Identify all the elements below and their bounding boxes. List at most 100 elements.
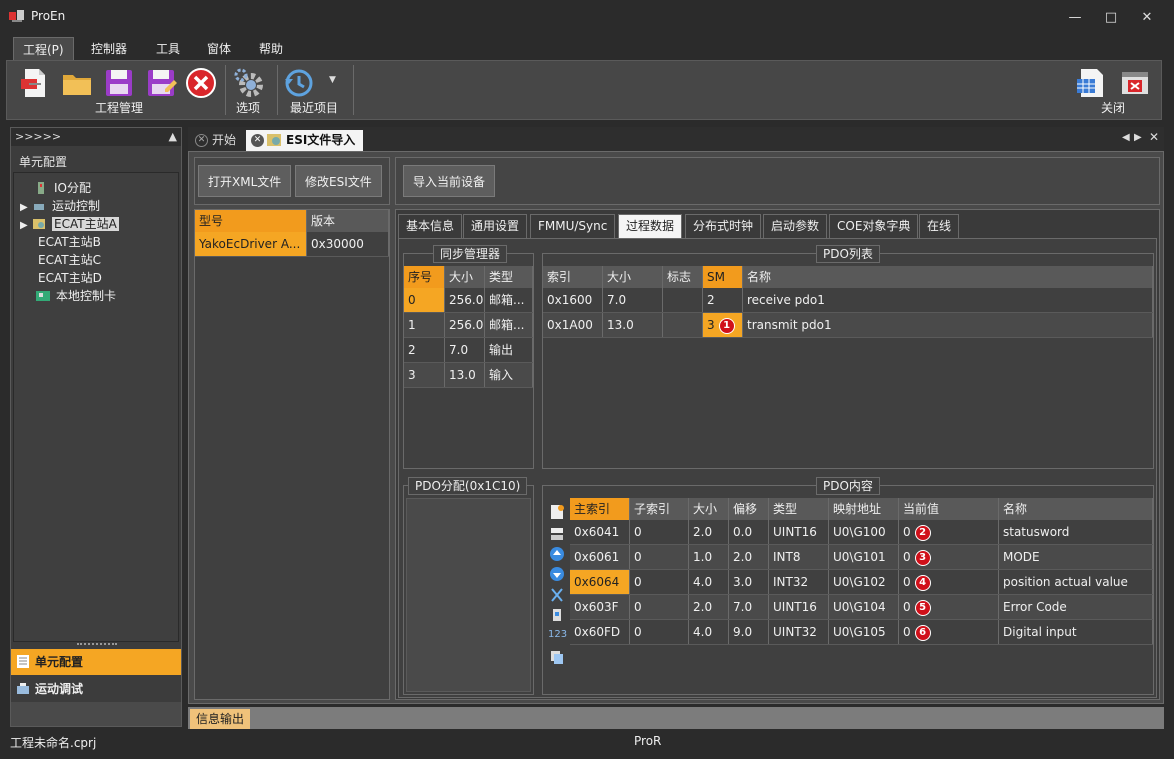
column-header-main-index[interactable]: 主索引 — [570, 498, 630, 520]
cut-icon[interactable] — [549, 587, 565, 603]
table-row[interactable]: 1 256.0 邮箱... — [404, 313, 533, 338]
tab-motion-debug[interactable]: 运动调试 — [11, 676, 181, 702]
column-header-size[interactable]: 大小 — [445, 266, 485, 288]
close-document-icon[interactable]: ✕ — [1149, 130, 1159, 144]
column-header-flag[interactable]: 标志 — [663, 266, 703, 288]
table-row[interactable]: 0x6041 0 2.0 0.0 UINT16 U0\G100 0 2 statusword — [570, 520, 1153, 545]
tab-distributed-clock[interactable]: 分布式时钟 — [685, 214, 762, 238]
menu-project[interactable]: 工程(P) — [13, 37, 74, 61]
tab-esi-import[interactable]: ✕ ESI文件导入 — [246, 130, 364, 151]
tab-info-output[interactable]: 信息输出 — [190, 709, 251, 729]
column-header-size[interactable]: 大小 — [603, 266, 663, 288]
column-header-sm[interactable]: SM — [703, 266, 743, 288]
cell-sm[interactable]: 31 — [703, 313, 743, 337]
column-header-type[interactable]: 类型 — [485, 266, 533, 288]
tree-item-ecat-d[interactable]: ECAT主站D — [38, 269, 102, 287]
column-header-type[interactable]: 类型 — [769, 498, 829, 520]
tab-online[interactable]: 在线 — [919, 214, 960, 238]
save-icon[interactable] — [103, 67, 135, 99]
menu-controller[interactable]: 控制器 — [82, 37, 136, 61]
close-tab-icon[interactable]: ✕ — [251, 134, 264, 147]
cell-size: 4.0 — [689, 620, 729, 644]
column-header-index[interactable]: 索引 — [543, 266, 603, 288]
table-row[interactable]: 0x6064 0 4.0 3.0 INT32 U0\G102 0 4 position actu… — [570, 570, 1153, 595]
recent-dropdown-chevron-icon[interactable]: ▼ — [329, 75, 336, 85]
open-xml-button[interactable]: 打开XML文件 — [198, 165, 292, 197]
import-device-button[interactable]: 导入当前设备 — [403, 165, 496, 197]
ribbon-options-label[interactable]: 选项 — [236, 99, 260, 116]
pin-icon[interactable]: ▲ — [169, 128, 177, 146]
tree-item-motion[interactable]: ▶ 运动控制 — [20, 197, 100, 215]
numbering-icon[interactable]: 123 — [548, 629, 567, 640]
tab-label: 开始 — [212, 133, 237, 147]
tab-scroll-right-icon[interactable]: ▶ — [1134, 132, 1142, 143]
column-header-name[interactable]: 名称 — [999, 498, 1153, 520]
close-window-icon[interactable] — [1119, 67, 1151, 99]
column-header-size[interactable]: 大小 — [689, 498, 729, 520]
edit-esi-button[interactable]: 修改ESI文件 — [295, 165, 382, 197]
column-header-sub-index[interactable]: 子索引 — [630, 498, 689, 520]
table-row[interactable]: 0x603F 0 2.0 7.0 UINT16 U0\G104 0 5 Error Code — [570, 595, 1153, 620]
close-window-button[interactable]: ✕ — [1134, 6, 1160, 30]
history-icon[interactable] — [283, 67, 315, 99]
tree-item-ecat-c[interactable]: ECAT主站C — [38, 251, 101, 269]
device-icon[interactable] — [549, 607, 565, 623]
tab-general-settings[interactable]: 通用设置 — [463, 214, 528, 238]
tab-startup-params[interactable]: 启动参数 — [763, 214, 828, 238]
tab-unit-config[interactable]: 单元配置 — [11, 649, 181, 675]
table-row[interactable]: YakoEcDriver A... 0x30000 — [195, 232, 389, 257]
tab-basic-info[interactable]: 基本信息 — [398, 214, 463, 238]
gear-icon[interactable] — [233, 67, 265, 99]
table-row[interactable]: 2 7.0 输出 — [404, 338, 533, 363]
open-folder-icon[interactable] — [61, 67, 93, 99]
move-up-icon[interactable] — [549, 546, 565, 562]
tree-item-local-card[interactable]: 本地控制卡 — [36, 287, 116, 305]
close-project-icon[interactable] — [185, 67, 217, 99]
column-header-map-address[interactable]: 映射地址 — [829, 498, 899, 520]
new-file-icon[interactable] — [19, 67, 51, 99]
menu-tools[interactable]: 工具 — [147, 37, 189, 61]
column-header-index[interactable]: 序号 — [404, 266, 445, 288]
pdo-assign-list[interactable] — [406, 498, 531, 692]
table-row[interactable]: 0x6061 0 1.0 2.0 INT8 U0\G101 0 3 MODE — [570, 545, 1153, 570]
table-row[interactable]: 0x60FD 0 4.0 9.0 UINT32 U0\G105 0 6 Digital inpu… — [570, 620, 1153, 645]
ribbon-recent-label[interactable]: 最近项目 — [290, 99, 338, 116]
cell-offset: 9.0 — [729, 620, 769, 644]
splitter-grip[interactable] — [77, 643, 117, 647]
minimize-button[interactable]: — — [1062, 6, 1088, 30]
expand-arrow-icon[interactable]: ▶ — [20, 217, 32, 235]
tab-start[interactable]: ✕ 开始 — [190, 130, 245, 151]
table-row[interactable]: 0 256.0 邮箱... — [404, 288, 533, 313]
table-row[interactable]: 3 13.0 输入 — [404, 363, 533, 388]
menu-help[interactable]: 帮助 — [250, 37, 292, 61]
tree-item-ecat-b[interactable]: ECAT主站B — [38, 233, 101, 251]
close-tab-icon[interactable]: ✕ — [195, 134, 208, 147]
table-row[interactable]: 0x1A00 13.0 31 transmit pdo1 — [543, 313, 1153, 338]
ribbon-close-label[interactable]: 关闭 — [1101, 99, 1125, 116]
tab-fmmu-sync[interactable]: FMMU/Sync — [530, 214, 616, 238]
save-as-icon[interactable] — [145, 67, 177, 99]
io-icon — [38, 182, 44, 194]
insert-row-icon[interactable] — [549, 526, 565, 542]
table-row[interactable]: 0x1600 7.0 2 receive pdo1 — [543, 288, 1153, 313]
panel-collapse-header[interactable]: >>>>> ▲ — [11, 128, 181, 146]
column-header-name[interactable]: 名称 — [743, 266, 1153, 288]
cell-name-value: statusword — [1003, 525, 1070, 539]
column-header-offset[interactable]: 偏移 — [729, 498, 769, 520]
column-header-current-value[interactable]: 当前值 — [899, 498, 999, 520]
table-view-icon[interactable] — [1075, 67, 1107, 99]
cell-size: 7.0 — [603, 288, 663, 312]
maximize-button[interactable]: □ — [1098, 6, 1124, 30]
column-header-model[interactable]: 型号 — [195, 210, 307, 232]
add-entry-icon[interactable] — [549, 504, 565, 520]
move-down-icon[interactable] — [549, 566, 565, 582]
tree-item-io[interactable]: IO分配 — [34, 179, 91, 197]
tab-coe-dictionary[interactable]: COE对象字典 — [829, 214, 919, 238]
column-header-version[interactable]: 版本 — [307, 210, 389, 232]
tab-process-data[interactable]: 过程数据 — [618, 214, 683, 238]
tab-scroll-left-icon[interactable]: ◀ — [1122, 132, 1130, 143]
tree-item-ecat-a[interactable]: ▶ ECAT主站A — [20, 215, 119, 233]
cell-offset-value: 7.0 — [733, 600, 753, 614]
copy-icon[interactable] — [549, 649, 565, 665]
menu-window[interactable]: 窗体 — [198, 37, 240, 61]
